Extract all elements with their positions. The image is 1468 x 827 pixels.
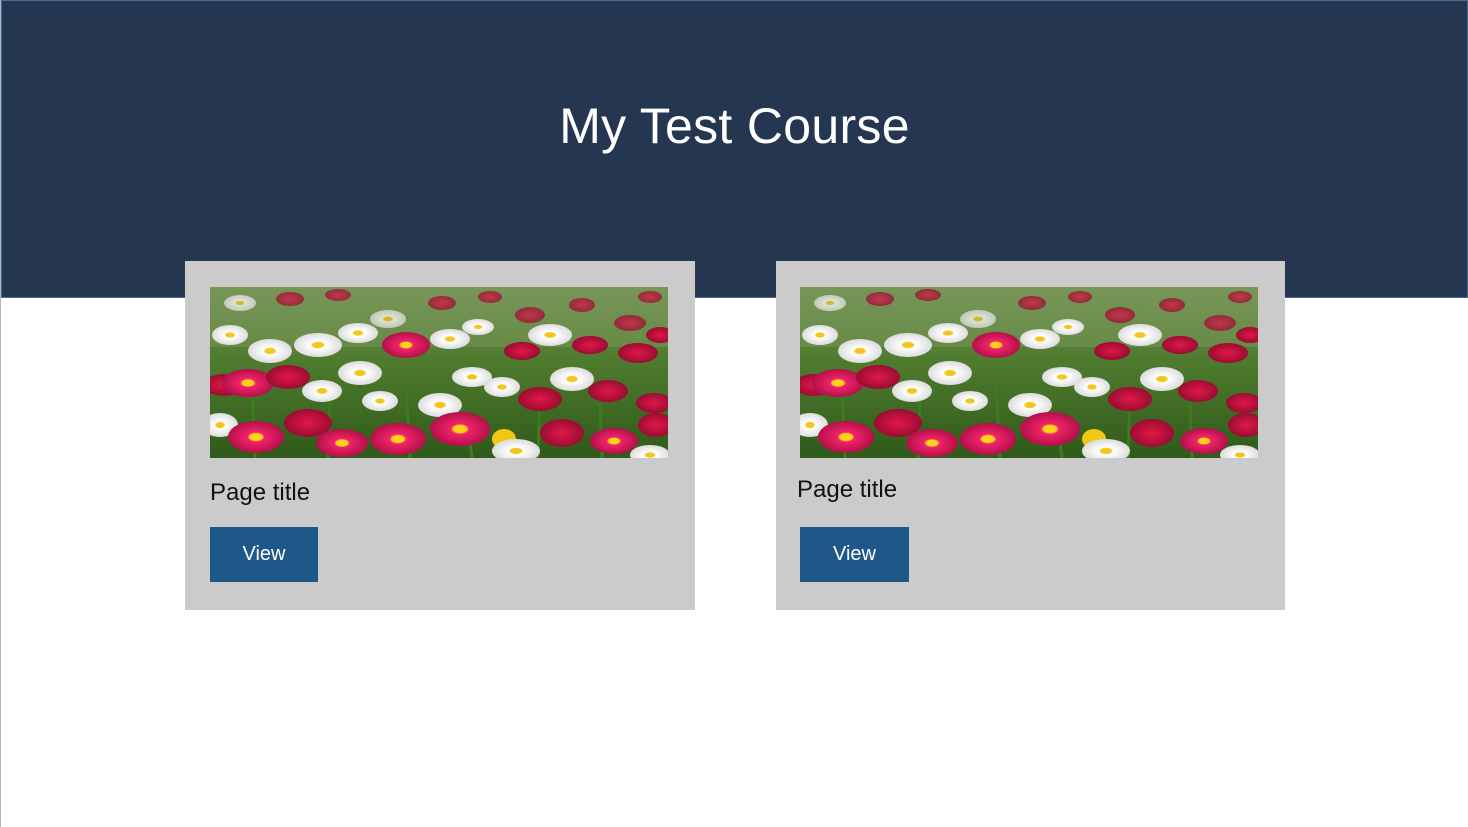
course-title: My Test Course [559, 98, 910, 154]
card-title: Page title [797, 476, 898, 503]
course-header-banner: My Test Course [1, 0, 1468, 298]
card-image-flowers [210, 287, 668, 458]
view-button[interactable]: View [210, 527, 318, 582]
flower-field-image [210, 287, 668, 458]
page: My Test Course Page title View Page titl… [0, 0, 1468, 827]
view-button[interactable]: View [800, 527, 909, 582]
page-card: Page title View [185, 261, 695, 610]
card-title: Page title [210, 479, 311, 506]
flower-field-image [800, 287, 1258, 458]
card-image-flowers [800, 287, 1258, 458]
page-card: Page title View [776, 261, 1285, 610]
